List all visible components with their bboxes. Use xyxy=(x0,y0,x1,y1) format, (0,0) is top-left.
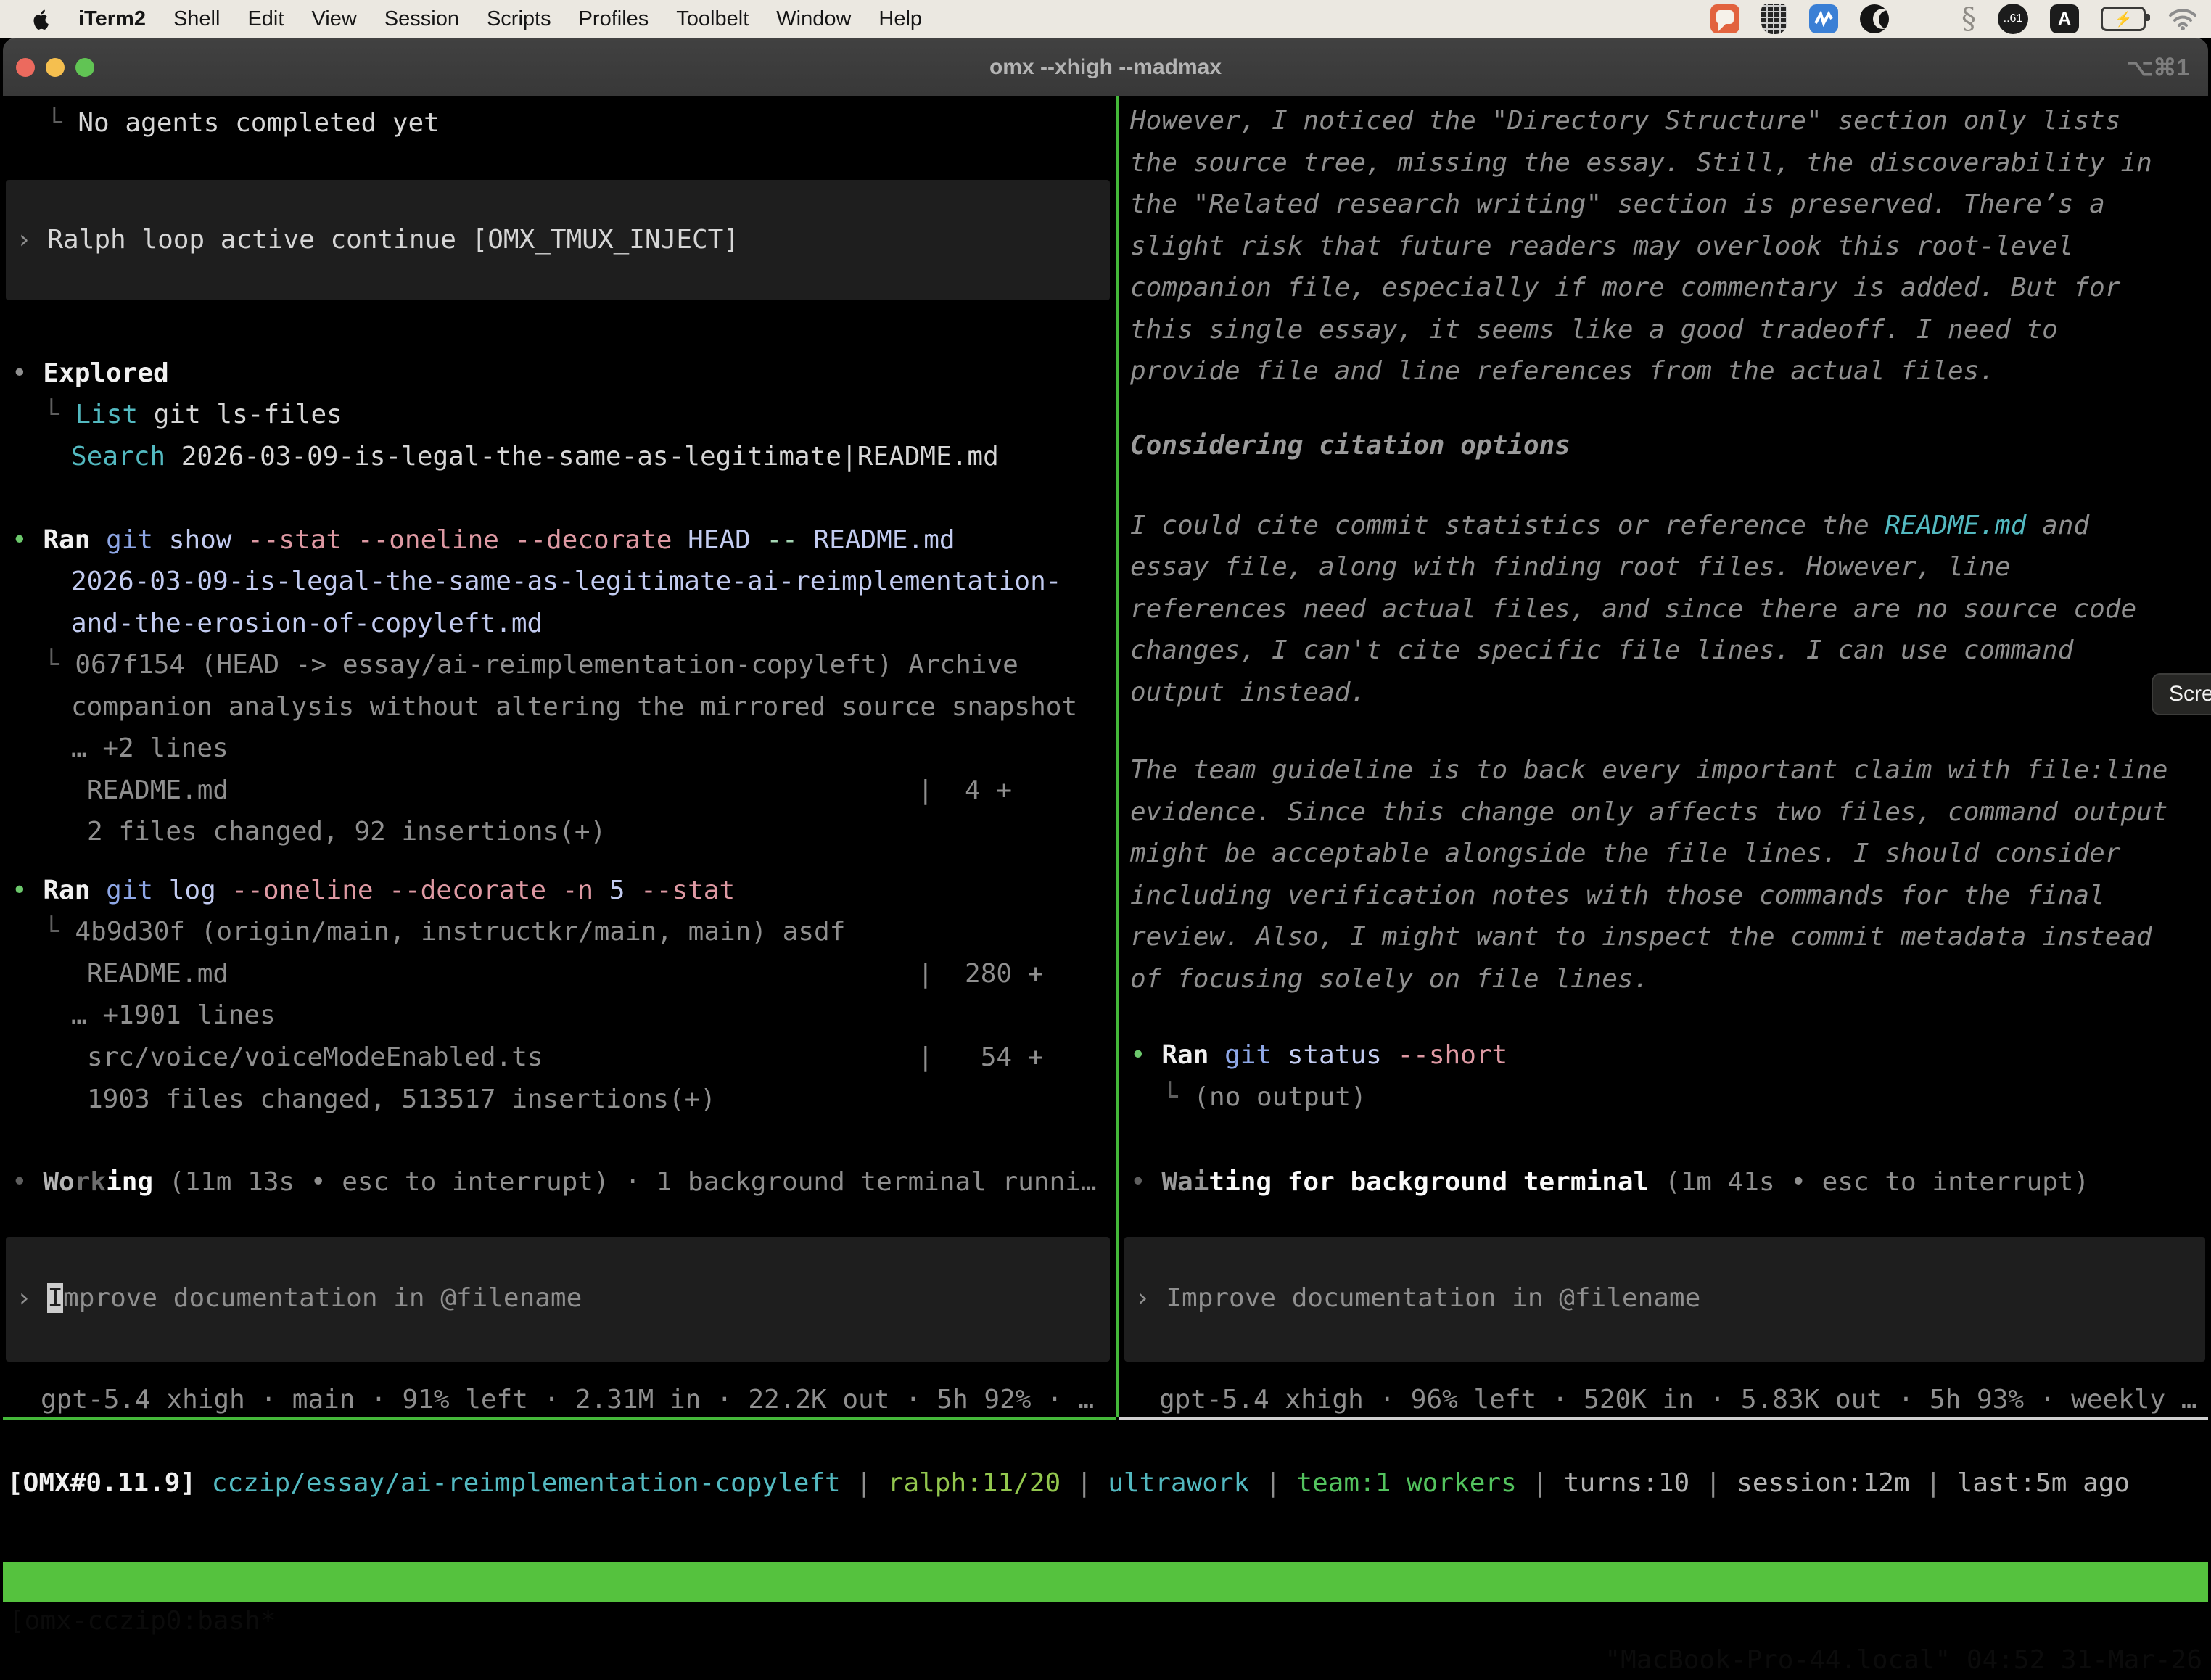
diffstat: | 54 + xyxy=(918,1037,1043,1079)
omx-status-bar: [OMX#0.11.9] cczip/essay/ai-reimplementa… xyxy=(7,1462,2130,1504)
input-source-icon[interactable]: A xyxy=(2050,4,2079,33)
wifi-icon[interactable] xyxy=(2167,7,2198,30)
session-status-line: gpt-5.4 xhigh · main · 91% left · 2.31M … xyxy=(41,1379,1094,1421)
window-title: omx --xhigh --madmax xyxy=(989,55,1222,80)
tmux-session-label[interactable]: [omx-cczip0:bash* xyxy=(9,1602,276,1641)
pane-divider[interactable] xyxy=(1116,96,1119,1417)
terminal-line: Search 2026-03-09-is-legal-the-same-as-l… xyxy=(71,436,999,478)
thinking-text: The team guideline is to back every impo… xyxy=(1130,755,2167,785)
apple-menu-icon[interactable] xyxy=(30,7,52,31)
chat-icon[interactable] xyxy=(1710,4,1739,33)
thinking-text: essay file, along with finding root file… xyxy=(1130,546,2011,588)
menu-item-help[interactable]: Help xyxy=(878,7,922,31)
macos-menu-bar: iTerm2 Shell Edit View Session Scripts P… xyxy=(0,0,2211,38)
prompt-input[interactable]: › Improve documentation in @filename xyxy=(6,1237,1110,1362)
inject-banner[interactable]: › Ralph loop active continue [OMX_TMUX_I… xyxy=(6,180,1110,300)
battery-bolt-icon: ⚡ xyxy=(2115,10,2133,28)
terminal-line: 2026-03-09-is-legal-the-same-as-legitima… xyxy=(71,561,1061,603)
prompt-input-text: › Improve documentation in @filename xyxy=(1135,1277,1700,1319)
session-status-line: gpt-5.4 xhigh · 96% left · 520K in · 5.8… xyxy=(1159,1379,2196,1421)
terminal-line: … +1901 lines xyxy=(71,995,276,1037)
screen-notification-toast: Scre xyxy=(2152,673,2211,715)
window-title-bar[interactable]: omx --xhigh --madmax ⌥⌘1 xyxy=(3,38,2208,96)
close-button[interactable] xyxy=(16,58,35,77)
zoom-button[interactable] xyxy=(75,58,94,77)
waiting-status-line: • Waiting for background terminal (1m 41… xyxy=(1130,1161,2089,1203)
working-status-line: • Working (11m 13s • esc to interrupt) ·… xyxy=(12,1161,1097,1203)
active-pane-border xyxy=(3,1417,1116,1420)
menu-item-scripts[interactable]: Scripts xyxy=(487,7,551,31)
menu-item-edit[interactable]: Edit xyxy=(247,7,284,31)
terminal-line: • Ran git log --oneline --decorate -n 5 … xyxy=(12,870,735,912)
menu-item-shell[interactable]: Shell xyxy=(173,7,221,31)
prompt-input[interactable]: › Improve documentation in @filename xyxy=(1124,1237,2205,1362)
moon-icon[interactable] xyxy=(1860,4,1889,33)
terminal-line: src/voice/voiceModeEnabled.ts| 54 + xyxy=(87,1037,543,1079)
thinking-text: companion file, especially if more comme… xyxy=(1130,273,2120,302)
sync-icon[interactable] xyxy=(1809,4,1838,33)
diffstat: | 280 + xyxy=(918,953,1043,995)
menu-item-window[interactable]: Window xyxy=(776,7,851,31)
menu-item-app[interactable]: iTerm2 xyxy=(78,7,146,31)
inject-banner-text: › Ralph loop active continue [OMX_TMUX_I… xyxy=(16,219,739,261)
terminal-line: … +2 lines xyxy=(71,728,228,770)
thinking-heading: Considering citation options xyxy=(1130,431,1570,461)
menu-item-view[interactable]: View xyxy=(311,7,356,31)
thinking-text: I could cite commit statistics or refere… xyxy=(1130,505,2089,547)
thinking-text: evidence. Since this change only affects… xyxy=(1130,797,2167,827)
terminal-line: • Explored xyxy=(12,353,169,395)
menu-item-session[interactable]: Session xyxy=(384,7,459,31)
terminal-line: companion analysis without altering the … xyxy=(71,686,1077,728)
terminal-line: └ No agents completed yet xyxy=(46,102,440,144)
usage-meter-icon[interactable]: ..61 xyxy=(1998,4,2028,34)
tmux-status-bar: [omx-cczip0:bash* "MacBook-Pro-44.local"… xyxy=(3,1562,2208,1602)
thinking-text: However, I noticed the "Directory Struct… xyxy=(1130,106,2120,136)
menu-item-toolbelt[interactable]: Toolbelt xyxy=(676,7,749,31)
grid-dots-icon[interactable] xyxy=(1911,4,1940,33)
thinking-text: output instead. xyxy=(1130,672,1366,714)
thinking-text: might be acceptable alongside the file l… xyxy=(1130,839,2120,868)
menu-item-profiles[interactable]: Profiles xyxy=(579,7,649,31)
thinking-text: the source tree, missing the essay. Stil… xyxy=(1130,148,2152,178)
battery-icon[interactable]: ⚡ xyxy=(2101,7,2146,31)
terminal-line: README.md| 4 + xyxy=(87,770,228,812)
menu-status-icons: § ..61 A ⚡ xyxy=(1710,0,2198,38)
thinking-text: references need actual files, and since … xyxy=(1130,588,2136,630)
inactive-pane-border xyxy=(1119,1417,2208,1420)
squiggle-icon[interactable]: § xyxy=(1961,4,1976,33)
minimize-button[interactable] xyxy=(46,58,65,77)
diffstat: | 4 + xyxy=(918,770,1012,812)
terminal-line: • Ran git show --stat --oneline --decora… xyxy=(12,519,955,561)
terminal-line: and-the-erosion-of-copyleft.md xyxy=(71,603,543,645)
thinking-text: slight risk that future readers may over… xyxy=(1130,231,2073,261)
terminal-line: └ (no output) xyxy=(1162,1076,1367,1119)
thinking-text: review. Also, I might want to inspect th… xyxy=(1130,922,2152,952)
shield-icon[interactable] xyxy=(1761,4,1787,34)
thinking-text: changes, I can't cite specific file line… xyxy=(1130,630,2073,672)
thinking-text: this single essay, it seems like a good … xyxy=(1130,315,2058,345)
thinking-text: the "Related research writing" section i… xyxy=(1130,189,2105,219)
window-shortcut-badge: ⌥⌘1 xyxy=(2126,54,2189,81)
terminal-line: 1903 files changed, 513517 insertions(+) xyxy=(87,1079,716,1121)
tmux-host-clock: "MacBook-Pro-44.local" 04:52 31-Mar-26 xyxy=(1605,1641,2202,1680)
prompt-input-text: › Improve documentation in @filename xyxy=(16,1277,582,1319)
thinking-text: of focusing solely on file lines. xyxy=(1130,964,1649,994)
terminal-line: 2 files changed, 92 insertions(+) xyxy=(87,811,606,853)
traffic-lights xyxy=(3,58,94,77)
terminal-line: └ 067f154 (HEAD -> essay/ai-reimplementa… xyxy=(44,644,1018,686)
terminal-line: └ List git ls-files xyxy=(44,394,342,436)
toast-text: Scre xyxy=(2169,682,2211,707)
thinking-text: including verification notes with those … xyxy=(1130,881,2105,910)
terminal-line: • Ran git status --short xyxy=(1130,1034,1507,1076)
terminal-line: └ 4b9d30f (origin/main, instructkr/main,… xyxy=(44,911,845,953)
thinking-text: provide file and line references from th… xyxy=(1130,356,1995,386)
terminal-line: README.md| 280 + xyxy=(87,953,228,995)
